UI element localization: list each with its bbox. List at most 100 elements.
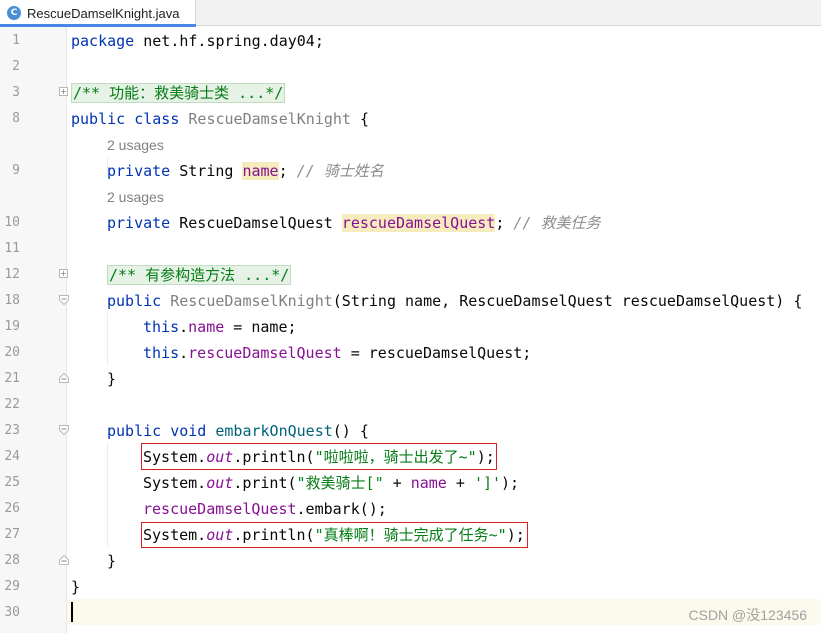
indent-guide bbox=[107, 313, 108, 365]
indent-guide bbox=[107, 443, 108, 547]
keyword: public bbox=[71, 110, 126, 128]
expand-fold-icon[interactable]: + bbox=[59, 87, 68, 96]
code-line-26[interactable]: rescueDamselQuest.embark(); bbox=[143, 496, 387, 522]
field-name: rescueDamselQuest bbox=[188, 344, 342, 362]
static-field: out bbox=[206, 474, 234, 492]
code-text: } bbox=[107, 370, 117, 388]
line-number: 3 bbox=[12, 85, 20, 100]
text-caret bbox=[71, 602, 73, 622]
line-number: 12 bbox=[4, 267, 20, 282]
usages-hint[interactable]: 2 usages bbox=[107, 132, 164, 158]
gutter-separator bbox=[66, 27, 67, 633]
code-text: + bbox=[383, 474, 411, 492]
field-name: name bbox=[410, 474, 447, 492]
class-name: RescueDamselKnight bbox=[188, 110, 351, 128]
code-line-10[interactable]: private RescueDamselQuest rescueDamselQu… bbox=[107, 210, 601, 236]
keyword: class bbox=[134, 110, 180, 128]
code-line-18[interactable]: public RescueDamselKnight(String name, R… bbox=[107, 288, 802, 314]
collapse-fold-icon[interactable] bbox=[59, 425, 69, 435]
line-number: 21 bbox=[4, 371, 20, 386]
code-text: = rescueDamselQuest; bbox=[341, 344, 532, 362]
code-text: System. bbox=[143, 474, 207, 492]
code-text: } bbox=[107, 552, 117, 570]
code-text: . bbox=[179, 344, 189, 362]
line-number: 23 bbox=[4, 423, 20, 438]
code-text: . bbox=[179, 318, 189, 336]
field-name: name bbox=[242, 162, 279, 180]
line-number: 25 bbox=[4, 475, 20, 490]
code-text: ; bbox=[495, 214, 505, 232]
code-text: + bbox=[446, 474, 474, 492]
char-literal: ']' bbox=[473, 474, 502, 492]
usages-hint[interactable]: 2 usages bbox=[107, 184, 164, 210]
field-name: name bbox=[188, 318, 225, 336]
comment: // 救美任务 bbox=[513, 214, 601, 232]
file-tab-label: RescueDamselKnight.java bbox=[27, 5, 180, 21]
line-number: 2 bbox=[12, 59, 20, 74]
editor-tab-bar: C RescueDamselKnight.java bbox=[0, 0, 821, 27]
string-literal: "救美骑士[" bbox=[296, 474, 384, 492]
folded-javadoc[interactable]: /** 功能：救美骑士类 ...*/ bbox=[71, 83, 286, 103]
type-name: String bbox=[170, 162, 243, 180]
code-text: .embark(); bbox=[296, 500, 387, 518]
line-number: 18 bbox=[4, 293, 20, 308]
code-text: ); bbox=[501, 474, 520, 492]
line-number: 24 bbox=[4, 449, 20, 464]
code-line-28[interactable]: } bbox=[107, 548, 116, 574]
java-class-icon: C bbox=[7, 6, 21, 20]
fold-end-icon[interactable] bbox=[59, 555, 69, 565]
code-text: = name; bbox=[224, 318, 297, 336]
expand-fold-icon[interactable]: + bbox=[59, 269, 68, 278]
code-text: (String name, RescueDamselQuest rescueDa… bbox=[332, 292, 803, 310]
keyword: void bbox=[170, 422, 207, 440]
line-number: 20 bbox=[4, 345, 20, 360]
line-number: 19 bbox=[4, 319, 20, 334]
code-line-12[interactable]: /** 有参构造方法 ...*/ bbox=[107, 262, 292, 288]
code-text: net.hf.spring.day04; bbox=[134, 32, 324, 50]
keyword: public bbox=[107, 292, 162, 310]
code-text: ; bbox=[278, 162, 288, 180]
code-text: () { bbox=[332, 422, 369, 440]
keyword: this bbox=[143, 318, 180, 336]
code-line-8[interactable]: public class RescueDamselKnight { bbox=[71, 106, 369, 132]
comment: // 骑士姓名 bbox=[296, 162, 384, 180]
line-number: 28 bbox=[4, 553, 20, 568]
line-number: 9 bbox=[12, 163, 20, 178]
folded-javadoc[interactable]: /** 有参构造方法 ...*/ bbox=[107, 265, 292, 285]
line-number: 30 bbox=[4, 605, 20, 620]
code-line-3[interactable]: /** 功能：救美骑士类 ...*/ bbox=[71, 80, 286, 106]
line-number: 22 bbox=[4, 397, 20, 412]
line-number: 10 bbox=[4, 215, 20, 230]
line-number: 27 bbox=[4, 527, 20, 542]
code-line-29[interactable]: } bbox=[71, 574, 80, 600]
annotation-box bbox=[141, 443, 497, 470]
line-number: 29 bbox=[4, 579, 20, 594]
code-line-25[interactable]: System.out.print("救美骑士[" + name + ']'); bbox=[143, 470, 519, 496]
code-line-19[interactable]: this.name = name; bbox=[143, 314, 297, 340]
keyword: package bbox=[71, 32, 135, 50]
code-line-23[interactable]: public void embarkOnQuest() { bbox=[107, 418, 369, 444]
code-text: } bbox=[71, 578, 81, 596]
watermark: CSDN @没123456 bbox=[688, 607, 808, 623]
keyword: private bbox=[107, 214, 171, 232]
line-number: 8 bbox=[12, 111, 20, 126]
keyword: public bbox=[107, 422, 162, 440]
code-line-9[interactable]: private String name; // 骑士姓名 bbox=[107, 158, 384, 184]
type-name: RescueDamselQuest bbox=[170, 214, 342, 232]
code-line-20[interactable]: this.rescueDamselQuest = rescueDamselQue… bbox=[143, 340, 531, 366]
code-line-1[interactable]: package net.hf.spring.day04; bbox=[71, 28, 324, 54]
code-line-21[interactable]: } bbox=[107, 366, 116, 392]
line-number: 1 bbox=[12, 33, 20, 48]
line-number bbox=[0, 184, 20, 210]
collapse-fold-icon[interactable] bbox=[59, 295, 69, 305]
field-name: rescueDamselQuest bbox=[341, 214, 496, 232]
file-tab[interactable]: C RescueDamselKnight.java bbox=[0, 0, 196, 27]
line-number bbox=[0, 132, 20, 158]
code-text: .print( bbox=[233, 474, 297, 492]
method-name: embarkOnQuest bbox=[215, 422, 333, 440]
constructor-name: RescueDamselKnight bbox=[170, 292, 333, 310]
fold-end-icon[interactable] bbox=[59, 373, 69, 383]
keyword: this bbox=[143, 344, 180, 362]
line-number: 26 bbox=[4, 501, 20, 516]
annotation-box bbox=[141, 522, 528, 548]
